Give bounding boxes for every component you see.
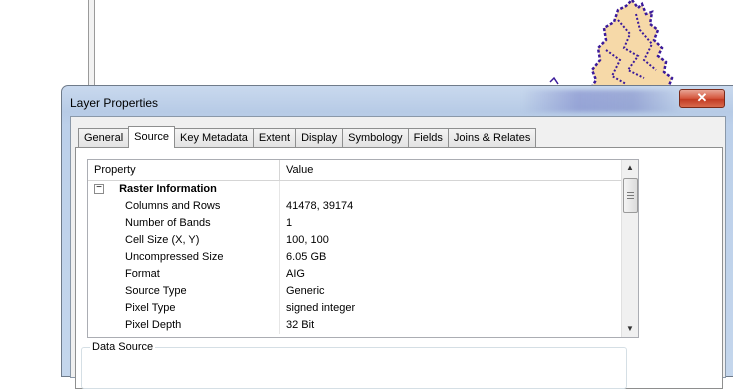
property-value: 32 Bit: [286, 319, 315, 331]
property-name: Source Type: [88, 283, 280, 300]
table-row[interactable]: Format AIG: [88, 266, 621, 283]
group-label: Raster Information: [119, 183, 217, 195]
property-value: Generic: [286, 285, 325, 297]
close-icon: ✕: [696, 90, 708, 105]
table-row[interactable]: Cell Size (X, Y) 100, 100: [88, 232, 621, 249]
property-name: Uncompressed Size: [88, 249, 280, 266]
dialog-title: Layer Properties: [70, 96, 159, 110]
property-value: signed integer: [286, 302, 356, 314]
data-source-group: Data Source: [81, 341, 627, 389]
tab-fields[interactable]: Fields: [407, 128, 449, 147]
tab-general[interactable]: General: [78, 128, 130, 147]
property-name: Format: [88, 266, 280, 283]
table-row[interactable]: Pixel Type signed integer: [88, 300, 621, 317]
tab-joins-relates[interactable]: Joins & Relates: [447, 128, 537, 147]
column-header-property[interactable]: Property: [88, 160, 280, 180]
table-row[interactable]: Uncompressed Size 6.05 GB: [88, 249, 621, 266]
layer-properties-dialog: Layer Properties ✕ General Source Key Me…: [61, 85, 733, 389]
scroll-up-icon[interactable]: ▲: [622, 160, 638, 176]
group-cell: − Raster Information: [88, 181, 280, 198]
property-name: Columns and Rows: [88, 198, 280, 215]
property-name: Pixel Type: [88, 300, 280, 317]
property-value: 41478, 39174: [286, 200, 354, 212]
property-name: Pixel Depth: [88, 317, 280, 334]
tab-source[interactable]: Source: [128, 126, 175, 148]
column-header-value[interactable]: Value: [280, 160, 621, 180]
collapse-icon[interactable]: −: [94, 183, 104, 195]
tab-key-metadata[interactable]: Key Metadata: [174, 128, 254, 147]
thumb-grip-line: [627, 192, 634, 193]
thumb-grip-line: [627, 195, 634, 196]
property-name: Number of Bands: [88, 215, 280, 232]
dialog-titlebar[interactable]: Layer Properties ✕: [62, 86, 733, 116]
titlebar-glass-reflection: [522, 90, 682, 112]
property-value: 1: [286, 217, 293, 229]
grid-header: Property Value: [88, 160, 621, 181]
property-name: Cell Size (X, Y): [88, 232, 280, 249]
tab-display[interactable]: Display: [295, 128, 344, 147]
group-value-cell: [280, 181, 621, 198]
table-row[interactable]: Columns and Rows 41478, 39174: [88, 198, 621, 215]
tab-extent[interactable]: Extent: [252, 128, 297, 147]
tab-symbology[interactable]: Symbology: [342, 128, 409, 147]
data-source-label: Data Source: [90, 341, 156, 353]
source-tab-panel: Property Value − Raster Information Colu…: [75, 147, 723, 389]
table-row[interactable]: Number of Bands 1: [88, 215, 621, 232]
scroll-down-icon[interactable]: ▼: [622, 321, 638, 337]
close-button[interactable]: ✕: [679, 89, 725, 108]
property-value: 100, 100: [286, 234, 329, 246]
table-row[interactable]: Source Type Generic: [88, 283, 621, 300]
scrollbar-thumb[interactable]: [623, 178, 638, 213]
group-row-raster-information[interactable]: − Raster Information: [88, 181, 621, 198]
tab-strip: General Source Key Metadata Extent Displ…: [78, 126, 537, 148]
table-row[interactable]: Pixel Depth 32 Bit: [88, 317, 621, 334]
grid-rows: − Raster Information Columns and Rows 41…: [88, 181, 621, 334]
property-value: 6.05 GB: [286, 251, 327, 263]
property-value: AIG: [286, 268, 305, 280]
property-grid: Property Value − Raster Information Colu…: [87, 159, 639, 338]
dialog-client-area: General Source Key Metadata Extent Displ…: [70, 116, 726, 389]
vertical-scrollbar[interactable]: ▲ ▼: [621, 160, 638, 337]
thumb-grip-line: [627, 198, 634, 199]
